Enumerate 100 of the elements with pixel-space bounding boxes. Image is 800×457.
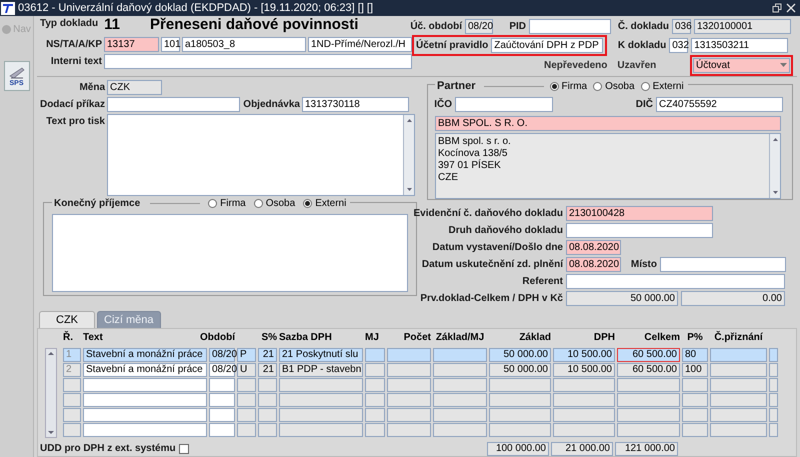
table-cell[interactable]: [387, 408, 431, 422]
action-dropdown[interactable]: Účtovat: [693, 58, 790, 72]
table-cell[interactable]: [710, 423, 767, 437]
radio-button[interactable]: [303, 199, 312, 208]
table-cell[interactable]: [682, 423, 708, 437]
table-cell[interactable]: [710, 408, 767, 422]
table-cell[interactable]: 08/20: [209, 348, 235, 362]
period-field[interactable]: 08/20: [465, 19, 493, 34]
table-cell[interactable]: [682, 408, 708, 422]
table-cell[interactable]: [553, 378, 615, 392]
table-cell[interactable]: [258, 423, 277, 437]
table-cell[interactable]: [63, 423, 81, 437]
table-cell[interactable]: [553, 393, 615, 407]
scrollbar[interactable]: [769, 134, 780, 198]
reference-document-field[interactable]: 032: [669, 38, 688, 52]
table-cell[interactable]: 08/20: [209, 363, 235, 377]
table-cell[interactable]: [433, 348, 487, 362]
code-field[interactable]: 101: [161, 37, 180, 52]
table-cell[interactable]: [710, 378, 767, 392]
table-cell[interactable]: [365, 378, 385, 392]
table-cell[interactable]: B1 PDP - stavebn: [279, 363, 363, 377]
table-cell[interactable]: [365, 423, 385, 437]
table-cell[interactable]: [279, 423, 363, 437]
table-cell[interactable]: [489, 378, 551, 392]
order-field[interactable]: 1313730118: [302, 97, 409, 112]
table-cell[interactable]: [258, 408, 277, 422]
tax-document-field[interactable]: 08.08.2020: [566, 256, 621, 272]
table-cell[interactable]: [617, 378, 680, 392]
table-cell[interactable]: [237, 378, 256, 392]
reference-document-field[interactable]: 1313503211: [691, 38, 788, 52]
table-cell[interactable]: [433, 378, 487, 392]
accounting-rule-field[interactable]: Zaúčtování DPH z PDP: [491, 38, 604, 52]
table-cell[interactable]: 50 000.00: [489, 348, 551, 362]
table-cell[interactable]: [279, 378, 363, 392]
table-cell[interactable]: [387, 378, 431, 392]
table-cell[interactable]: [433, 363, 487, 377]
table-cell[interactable]: Stavební a monážní práce: [83, 348, 207, 362]
table-cell[interactable]: [710, 393, 767, 407]
tax-document-field[interactable]: 0.00: [681, 290, 785, 306]
tab[interactable]: CZK: [39, 311, 95, 328]
table-cell[interactable]: [279, 393, 363, 407]
table-cell[interactable]: [682, 393, 708, 407]
table-cell[interactable]: Stavební a monážní práce: [83, 363, 207, 377]
table-cell[interactable]: [710, 348, 767, 362]
table-cell[interactable]: 80: [682, 348, 708, 362]
table-cell[interactable]: [769, 378, 778, 392]
tax-document-field[interactable]: 50 000.00: [566, 290, 678, 306]
table-cell[interactable]: [489, 393, 551, 407]
table-cell[interactable]: [237, 423, 256, 437]
radio-button[interactable]: [550, 82, 559, 91]
radio-button[interactable]: [254, 199, 263, 208]
table-cell[interactable]: [365, 408, 385, 422]
table-cell[interactable]: [83, 393, 207, 407]
place-field[interactable]: [660, 256, 786, 272]
table-cell[interactable]: [387, 423, 431, 437]
table-cell[interactable]: [387, 363, 431, 377]
up-arrow-icon[interactable]: [46, 349, 56, 358]
close-icon[interactable]: [786, 3, 796, 13]
table-cell[interactable]: [365, 363, 385, 377]
table-cell[interactable]: 10 500.00: [553, 348, 615, 362]
tax-document-field[interactable]: 08.08.2020: [566, 240, 621, 254]
table-cell[interactable]: [553, 423, 615, 437]
table-cell[interactable]: [63, 408, 81, 422]
table-cell[interactable]: 100: [682, 363, 708, 377]
radio-button[interactable]: [208, 199, 218, 208]
table-cell[interactable]: [553, 408, 615, 422]
partner-name-field[interactable]: BBM SPOL. S R. O.: [435, 116, 781, 130]
table-cell[interactable]: [710, 363, 767, 377]
table-cell[interactable]: [279, 408, 363, 422]
radio-button[interactable]: [640, 82, 650, 91]
table-cell[interactable]: [769, 363, 778, 377]
table-cell[interactable]: [209, 408, 235, 422]
code-field[interactable]: 13137: [104, 37, 159, 52]
table-cell[interactable]: [433, 423, 487, 437]
table-cell[interactable]: [387, 348, 431, 362]
table-cell[interactable]: [617, 423, 680, 437]
table-cell[interactable]: [387, 393, 431, 407]
table-cell[interactable]: [237, 393, 256, 407]
table-cell[interactable]: [769, 348, 778, 362]
table-cell[interactable]: [617, 393, 680, 407]
table-cell[interactable]: P: [237, 348, 256, 362]
table-cell[interactable]: [63, 393, 81, 407]
table-cell[interactable]: [63, 378, 81, 392]
table-cell[interactable]: 21 Poskytnutí slu: [279, 348, 363, 362]
code-field[interactable]: 1ND-Přímé/Nerozl./H: [308, 37, 412, 52]
table-cell[interactable]: [682, 378, 708, 392]
table-cell[interactable]: [258, 393, 277, 407]
table-cell[interactable]: [617, 408, 680, 422]
table-cell[interactable]: 21: [258, 348, 277, 362]
down-arrow-icon[interactable]: [46, 428, 56, 437]
table-cell[interactable]: [365, 393, 385, 407]
table-cell[interactable]: [489, 408, 551, 422]
table-cell[interactable]: [258, 378, 277, 392]
table-cell[interactable]: [433, 408, 487, 422]
restore-icon[interactable]: [772, 3, 782, 13]
table-cell[interactable]: [769, 423, 778, 437]
table-cell[interactable]: [83, 408, 207, 422]
table-cell[interactable]: 50 000.00: [489, 363, 551, 377]
partner-address-area[interactable]: BBM spol. s r. o. Kocínova 138/5 397 01 PÍSEK CZE: [435, 132, 781, 198]
table-cell[interactable]: [769, 393, 778, 407]
